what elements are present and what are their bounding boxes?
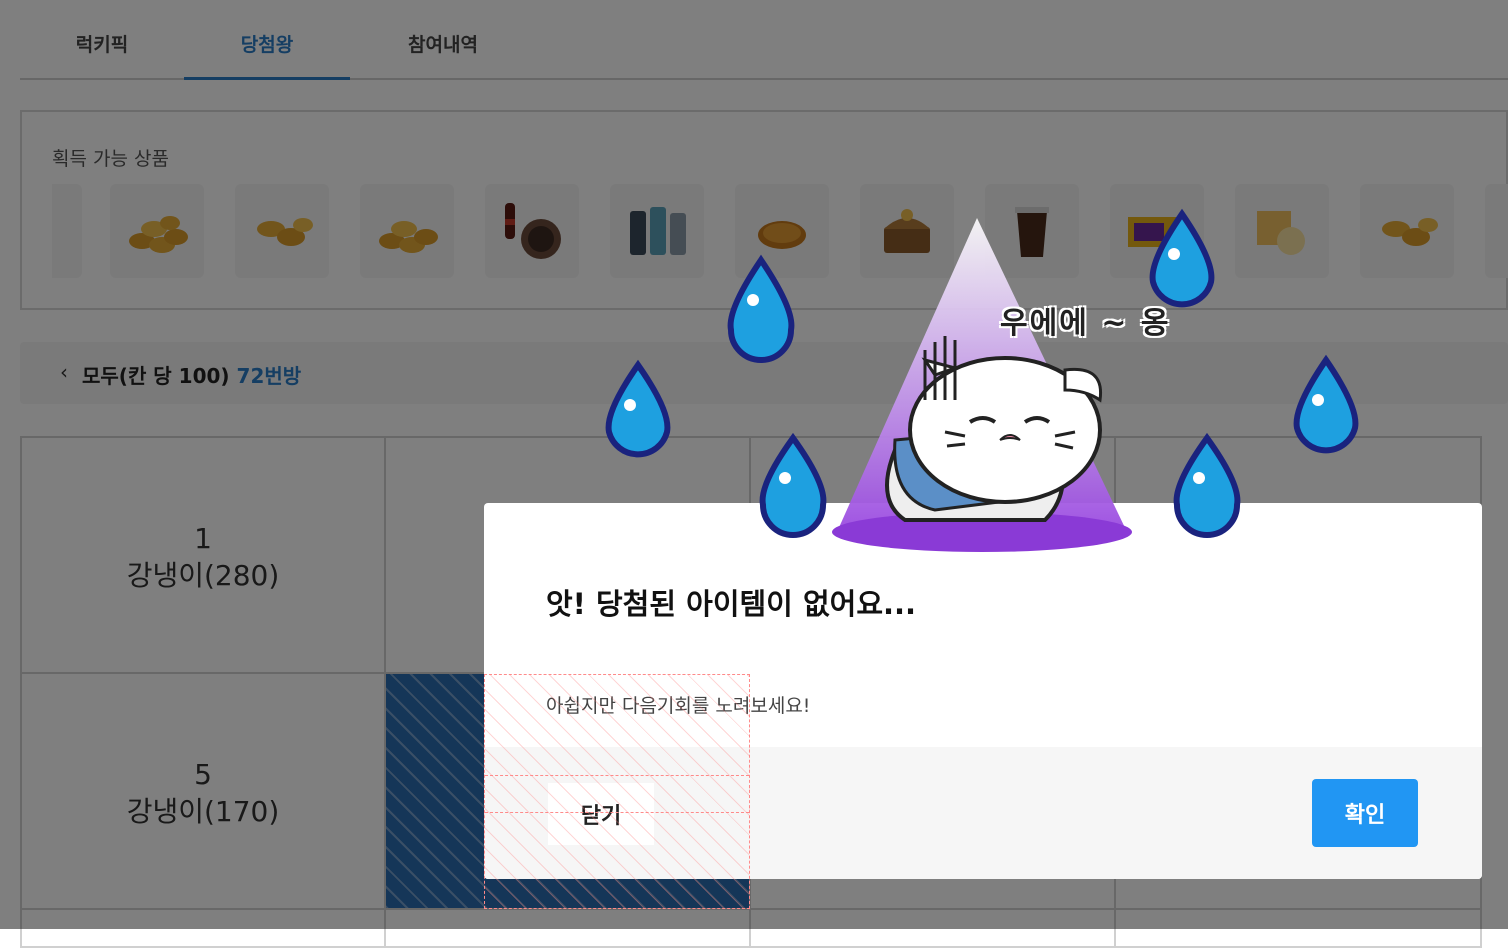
confirm-button[interactable]: 확인 bbox=[1312, 779, 1418, 847]
dialog-message: 아쉽지만 다음기회를 노려보세요! bbox=[546, 695, 811, 717]
dialog-title: 앗! 당첨된 아이템이 없어요... bbox=[546, 587, 917, 621]
close-button[interactable]: 닫기 bbox=[548, 783, 654, 845]
dialog-footer: 닫기 확인 bbox=[484, 747, 1482, 879]
crying-cat-mascot-icon bbox=[605, 208, 1359, 552]
mascot-caption: 우에에 ~ 옹 bbox=[1000, 306, 1171, 341]
